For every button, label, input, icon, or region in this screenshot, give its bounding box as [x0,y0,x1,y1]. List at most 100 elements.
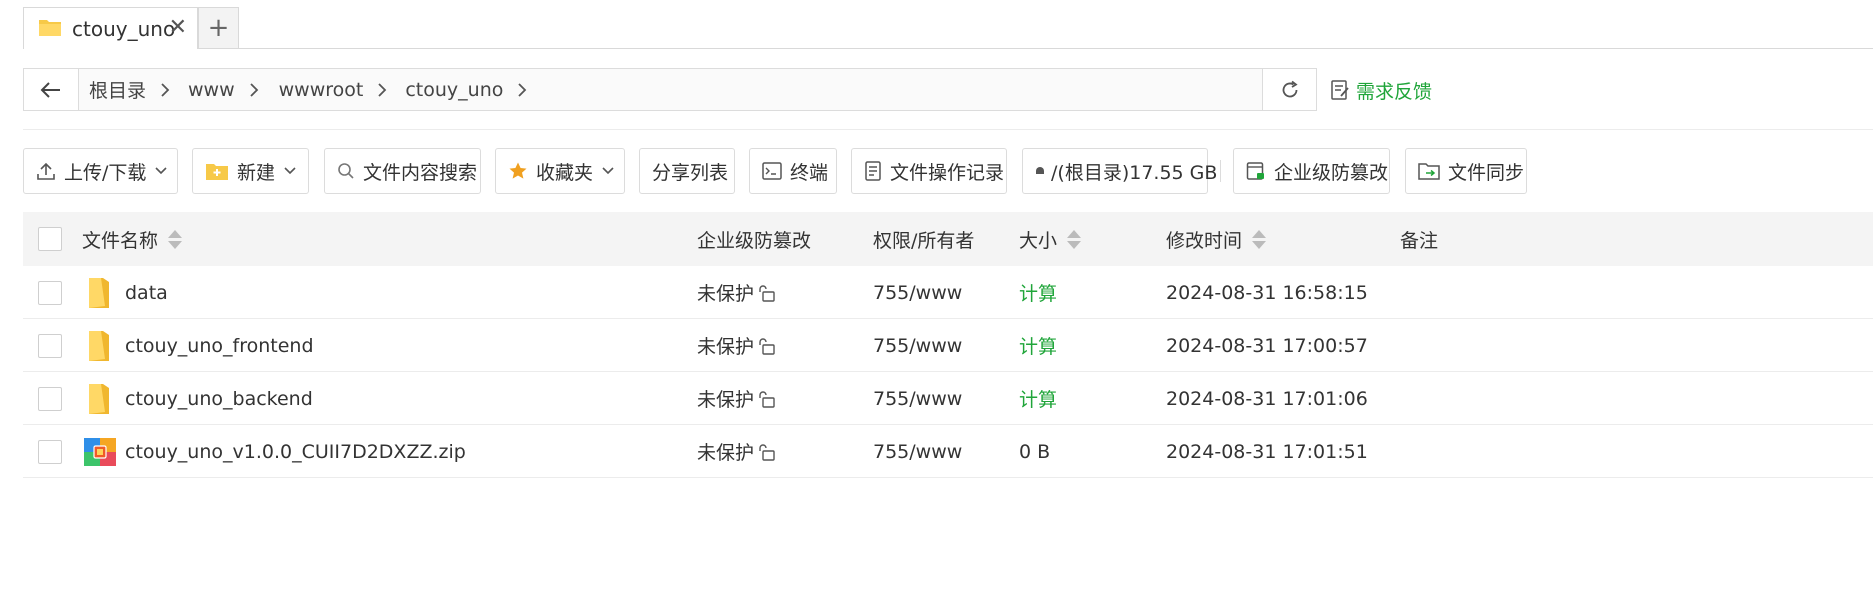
folder-icon [86,319,112,372]
file-size: 0 B [1019,440,1051,463]
star-icon [508,161,528,181]
modified-time: 2024-08-31 17:01:06 [1166,387,1368,410]
folder-icon [38,17,62,41]
feedback-link[interactable]: 需求反馈 [1330,76,1432,104]
header-mtime[interactable]: 修改时间 [1166,212,1267,266]
chevron-down-icon [154,166,168,176]
chevron-down-icon [283,166,297,176]
tab-label: ctouy_uno [72,16,176,41]
file-name[interactable]: ctouy_uno_v1.0.0_CUII7D2DXZZ.zip [125,425,466,478]
folder-sync-icon [1418,161,1440,181]
back-button[interactable] [24,69,79,110]
terminal-label: 终端 [790,161,829,184]
header-remark-label: 备注 [1400,229,1439,252]
terminal-icon [762,162,782,180]
refresh-icon [1282,80,1298,97]
row-checkbox[interactable] [38,439,62,464]
protect-status: 未保护 [697,425,775,478]
header-remark: 备注 [1400,212,1438,266]
favorites-label: 收藏夹 [536,161,594,184]
table-row[interactable]: data 未保护 755/www 计算 2024-08-31 16:58:15 [23,266,1873,319]
shield-lock-icon [1246,161,1266,181]
refresh-button[interactable] [1262,69,1316,110]
modified-time: 2024-08-31 17:00:57 [1166,334,1368,357]
toolbar-separator [1220,160,1221,182]
select-all-checkbox-cell[interactable] [38,212,62,266]
disk-button[interactable]: /(根目录)17.55 GB [1022,148,1217,194]
header-protect: 企业级防篡改 [697,212,811,266]
header-size[interactable]: 大小 [1019,212,1082,266]
file-sync-label: 文件同步 [1448,161,1525,184]
disk-icon [1035,166,1045,176]
file-sync-button[interactable]: 文件同步 [1405,148,1527,194]
new-button[interactable]: 新建 [192,148,309,194]
new-label: 新建 [237,161,276,184]
unlock-icon[interactable] [757,337,775,355]
operation-log-button[interactable]: 文件操作记录 [851,148,1007,194]
permission[interactable]: 755/www [873,425,962,478]
unlock-icon[interactable] [757,390,775,408]
upload-icon [36,161,56,181]
add-tab-button[interactable]: + [198,7,239,49]
tab-strip-border [238,48,1873,49]
header-name-label: 文件名称 [82,229,159,252]
row-checkbox[interactable] [38,280,62,305]
breadcrumb: 根目录 www wwwroot ctouy_uno [79,69,1262,110]
row-checkbox[interactable] [38,333,62,358]
permission[interactable]: 755/www [873,319,962,372]
breadcrumb-wwwroot[interactable]: wwwroot [279,79,364,101]
permission[interactable]: 755/www [873,372,962,425]
breadcrumb-root[interactable]: 根目录 [89,76,146,103]
folder-icon [86,372,112,425]
folder-icon [86,266,112,319]
breadcrumb-www[interactable]: www [188,79,235,101]
file-name[interactable]: ctouy_uno_frontend [125,319,314,372]
size-calc-link[interactable]: 计算 [1019,266,1057,319]
upload-download-label: 上传/下载 [64,161,147,184]
file-name[interactable]: ctouy_uno_backend [125,372,313,425]
address-bar: 根目录 www wwwroot ctouy_uno [23,68,1317,111]
sort-icon[interactable] [1067,229,1082,249]
table-row[interactable]: ctouy_uno_frontend 未保护 755/www 计算 2024-0… [23,319,1873,372]
protect-status: 未保护 [697,266,775,319]
edit-note-icon [1331,80,1349,100]
chevron-down-icon [601,166,615,176]
content-search-label: 文件内容搜索 [363,161,478,184]
protect-status: 未保护 [697,319,775,372]
tab-ctouy-uno[interactable]: ctouy_uno ✕ [23,7,198,49]
file-name[interactable]: data [125,266,168,319]
zip-archive-icon [84,425,116,478]
anti-tamper-button[interactable]: 企业级防篡改 [1233,148,1390,194]
breadcrumb-ctouy-uno[interactable]: ctouy_uno [405,79,503,101]
sort-icon[interactable] [168,229,183,249]
arrow-left-icon [40,81,60,98]
select-all-checkbox[interactable] [38,227,62,251]
share-list-button[interactable]: 分享列表 [639,148,735,194]
header-mtime-label: 修改时间 [1166,229,1243,252]
favorites-button[interactable]: 收藏夹 [495,148,625,194]
table-row[interactable]: ctouy_uno_v1.0.0_CUII7D2DXZZ.zip 未保护 755… [23,425,1873,478]
terminal-button[interactable]: 终端 [749,148,837,194]
header-perm-label: 权限/所有者 [873,229,975,252]
header-perm: 权限/所有者 [873,212,974,266]
unlock-icon[interactable] [757,443,775,461]
protect-status: 未保护 [697,372,775,425]
chevron-right-icon [249,82,259,98]
size-calc-link[interactable]: 计算 [1019,372,1057,425]
size-calc-link[interactable]: 计算 [1019,319,1057,372]
modified-time: 2024-08-31 17:01:51 [1166,440,1368,463]
close-icon[interactable]: ✕ [169,15,187,40]
content-search-button[interactable]: 文件内容搜索 [324,148,481,194]
header-protect-label: 企业级防篡改 [697,229,812,252]
upload-download-button[interactable]: 上传/下载 [23,148,178,194]
sort-icon[interactable] [1252,229,1267,249]
divider [23,129,1873,130]
permission[interactable]: 755/www [873,266,962,319]
share-list-label: 分享列表 [652,161,729,184]
table-row[interactable]: ctouy_uno_backend 未保护 755/www 计算 2024-08… [23,372,1873,425]
header-name[interactable]: 文件名称 [82,212,183,266]
unlock-icon[interactable] [757,284,775,302]
row-checkbox[interactable] [38,386,62,411]
modified-time: 2024-08-31 16:58:15 [1166,281,1368,304]
chevron-right-icon [160,82,170,98]
